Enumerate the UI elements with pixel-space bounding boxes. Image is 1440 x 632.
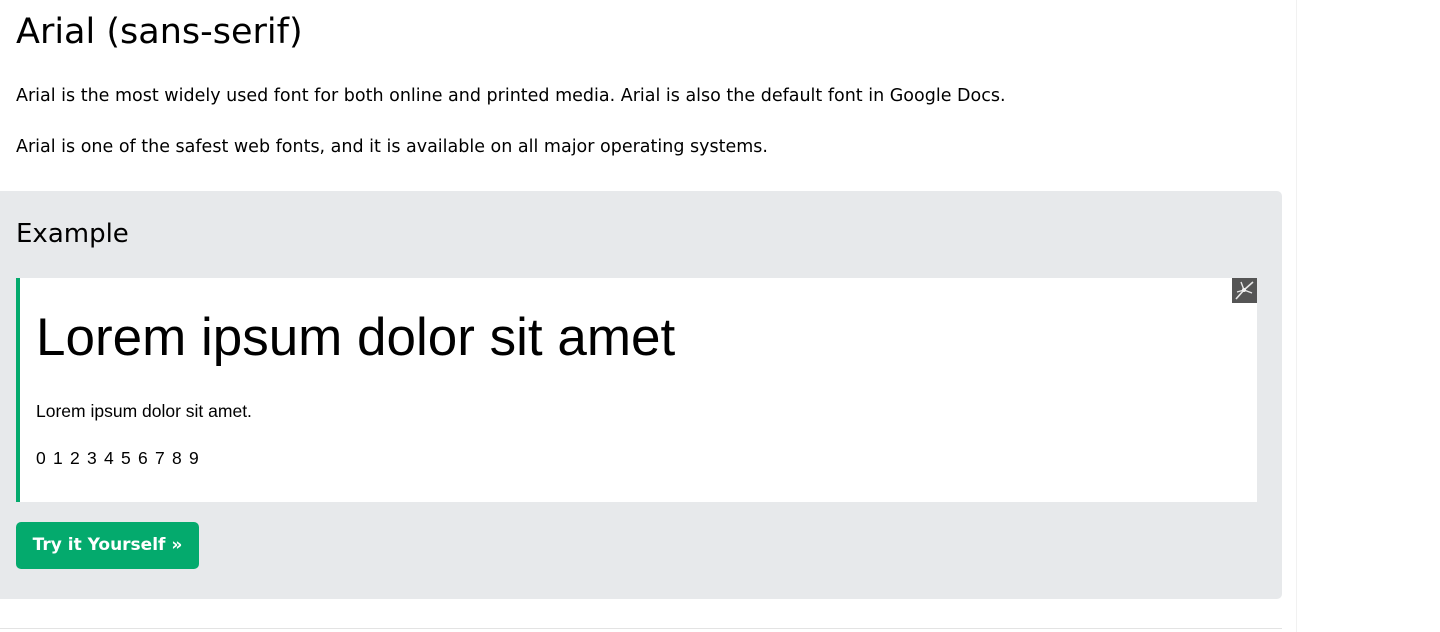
page: Arial (sans-serif) Arial is the most wid… bbox=[0, 0, 1440, 632]
divider bbox=[0, 628, 1282, 629]
demo-paragraph: Lorem ipsum dolor sit amet. bbox=[36, 401, 252, 421]
intro-paragraph-1: Arial is the most widely used font for b… bbox=[16, 86, 1006, 106]
example-heading: Example bbox=[16, 219, 129, 249]
example-panel: Example Lorem ipsum dolor sit amet Lorem… bbox=[0, 191, 1282, 599]
example-output-box: Lorem ipsum dolor sit amet Lorem ipsum d… bbox=[16, 278, 1257, 502]
try-it-yourself-button[interactable]: Try it Yourself » bbox=[16, 522, 199, 569]
demo-digits: 0 1 2 3 4 5 6 7 8 9 bbox=[36, 448, 200, 468]
demo-heading: Lorem ipsum dolor sit amet bbox=[36, 308, 676, 367]
intro-paragraph-2: Arial is one of the safest web fonts, an… bbox=[16, 137, 768, 157]
main-content: Arial (sans-serif) Arial is the most wid… bbox=[0, 0, 1297, 632]
page-title: Arial (sans-serif) bbox=[16, 12, 303, 52]
broken-image-icon bbox=[1232, 278, 1257, 303]
